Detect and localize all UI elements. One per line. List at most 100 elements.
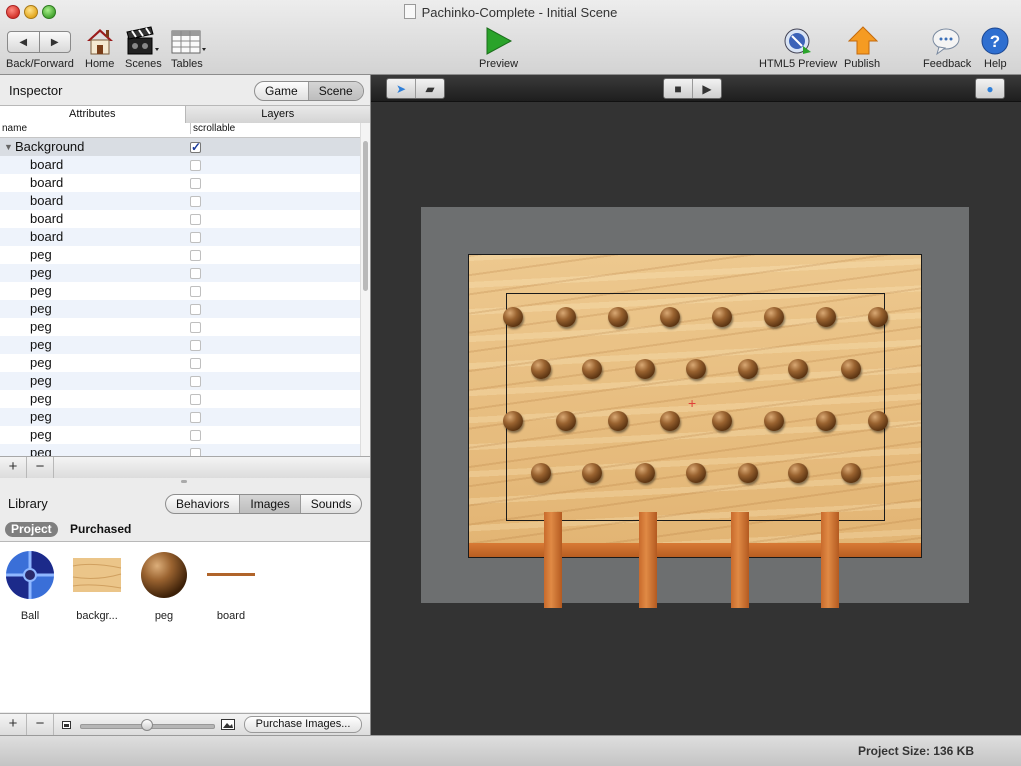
tab-sounds[interactable]: Sounds: [299, 495, 362, 513]
peg-actor[interactable]: [556, 307, 576, 327]
disclosure-triangle-icon[interactable]: ▼: [4, 138, 13, 156]
scrollable-checkbox[interactable]: [190, 304, 201, 315]
scrollable-checkbox-checked[interactable]: ✓: [190, 141, 201, 153]
list-item[interactable]: board: [0, 192, 360, 210]
peg-actor[interactable]: [531, 463, 551, 483]
peg-actor[interactable]: [608, 307, 628, 327]
list-item[interactable]: peg: [0, 282, 360, 300]
scrollable-checkbox[interactable]: [190, 322, 201, 333]
scrollable-checkbox[interactable]: [190, 232, 201, 243]
tab-behaviors[interactable]: Behaviors: [166, 495, 239, 513]
scrollable-checkbox[interactable]: [190, 214, 201, 225]
peg-actor[interactable]: [660, 411, 680, 431]
html5-preview-icon[interactable]: [783, 26, 813, 56]
scrollable-checkbox[interactable]: [190, 268, 201, 279]
add-image-button[interactable]: +: [0, 714, 27, 735]
peg-actor[interactable]: [738, 359, 758, 379]
peg-actor[interactable]: [868, 307, 888, 327]
divider-post[interactable]: [639, 512, 657, 608]
pointer-tool-icon[interactable]: ➤: [387, 79, 415, 98]
purchase-images-button[interactable]: Purchase Images...: [244, 716, 362, 733]
peg-actor[interactable]: [764, 307, 784, 327]
scrollable-checkbox[interactable]: [190, 250, 201, 261]
scrollable-checkbox[interactable]: [190, 340, 201, 351]
scrollable-checkbox[interactable]: [190, 430, 201, 441]
peg-actor[interactable]: [503, 307, 523, 327]
list-item[interactable]: peg: [0, 318, 360, 336]
peg-actor[interactable]: [582, 463, 602, 483]
scrollable-checkbox[interactable]: [190, 160, 201, 171]
list-item[interactable]: board: [0, 210, 360, 228]
peg-actor[interactable]: [582, 359, 602, 379]
add-attribute-button[interactable]: +: [0, 457, 27, 478]
group-row-background[interactable]: ▼ Background ✓: [0, 138, 360, 156]
scrollable-checkbox[interactable]: [190, 178, 201, 189]
remove-attribute-button[interactable]: −: [27, 457, 54, 478]
scrollable-checkbox[interactable]: [190, 412, 201, 423]
home-icon[interactable]: [85, 26, 115, 56]
tab-images[interactable]: Images: [239, 495, 300, 513]
peg-actor[interactable]: [841, 463, 861, 483]
list-item[interactable]: peg: [0, 354, 360, 372]
list-item[interactable]: peg: [0, 264, 360, 282]
column-header-name[interactable]: name: [2, 123, 27, 134]
pachinko-board[interactable]: +: [468, 254, 922, 558]
back-forward-control[interactable]: ◀ ▶: [7, 31, 71, 53]
tab-layers[interactable]: Layers: [185, 106, 370, 123]
peg-actor[interactable]: [738, 463, 758, 483]
scrollable-checkbox[interactable]: [190, 358, 201, 369]
peg-actor[interactable]: [764, 411, 784, 431]
game-mode-button[interactable]: Game: [255, 82, 308, 100]
scenes-icon[interactable]: [125, 26, 161, 56]
play-icon[interactable]: ▶: [692, 79, 721, 98]
peg-actor[interactable]: [788, 359, 808, 379]
peg-actor[interactable]: [712, 307, 732, 327]
column-header-scrollable[interactable]: scrollable: [190, 123, 235, 134]
board-rail[interactable]: [469, 543, 921, 557]
scene-stage[interactable]: +: [421, 207, 969, 608]
scene-canvas[interactable]: +: [371, 102, 1021, 735]
list-item[interactable]: board: [0, 228, 360, 246]
panel-splitter[interactable]: [0, 478, 370, 488]
list-item[interactable]: peg: [0, 408, 360, 426]
peg-actor[interactable]: [660, 307, 680, 327]
list-item[interactable]: board: [0, 174, 360, 192]
preview-play-icon[interactable]: [485, 26, 513, 56]
peg-actor[interactable]: [531, 359, 551, 379]
scene-mode-button[interactable]: Scene: [307, 82, 363, 100]
tables-icon[interactable]: [170, 26, 208, 56]
peg-actor[interactable]: [816, 411, 836, 431]
tab-attributes[interactable]: Attributes: [0, 106, 186, 123]
peg-actor[interactable]: [635, 359, 655, 379]
scrollable-checkbox[interactable]: [190, 286, 201, 297]
scrollable-checkbox[interactable]: [190, 376, 201, 387]
stop-icon[interactable]: ■: [664, 79, 692, 98]
scrollbar-thumb[interactable]: [363, 141, 368, 291]
scene-view-options[interactable]: ●: [975, 78, 1005, 99]
splitter-handle[interactable]: [181, 480, 187, 483]
scrollable-checkbox[interactable]: [190, 448, 201, 456]
list-item[interactable]: peg: [0, 300, 360, 318]
peg-actor[interactable]: [686, 463, 706, 483]
peg-actor[interactable]: [608, 411, 628, 431]
list-item[interactable]: board: [0, 156, 360, 174]
divider-post[interactable]: [731, 512, 749, 608]
game-scene-toggle[interactable]: Game Scene: [254, 81, 364, 101]
thumbnail-size-slider-thumb[interactable]: [141, 719, 153, 731]
library-type-tabs[interactable]: Behaviors Images Sounds: [165, 494, 363, 514]
tab-project[interactable]: Project: [5, 522, 58, 537]
remove-image-button[interactable]: −: [27, 714, 54, 735]
divider-post[interactable]: [821, 512, 839, 608]
peg-actor[interactable]: [712, 411, 732, 431]
peg-actor[interactable]: [788, 463, 808, 483]
peg-actor[interactable]: [635, 463, 655, 483]
scrollable-checkbox[interactable]: [190, 196, 201, 207]
divider-post[interactable]: [544, 512, 562, 608]
peg-actor[interactable]: [841, 359, 861, 379]
publish-icon[interactable]: [848, 26, 878, 56]
peg-actor[interactable]: [868, 411, 888, 431]
scene-tool-selector[interactable]: ➤ ▰: [386, 78, 445, 99]
scrollable-checkbox[interactable]: [190, 394, 201, 405]
list-item[interactable]: peg: [0, 246, 360, 264]
list-item[interactable]: peg: [0, 336, 360, 354]
